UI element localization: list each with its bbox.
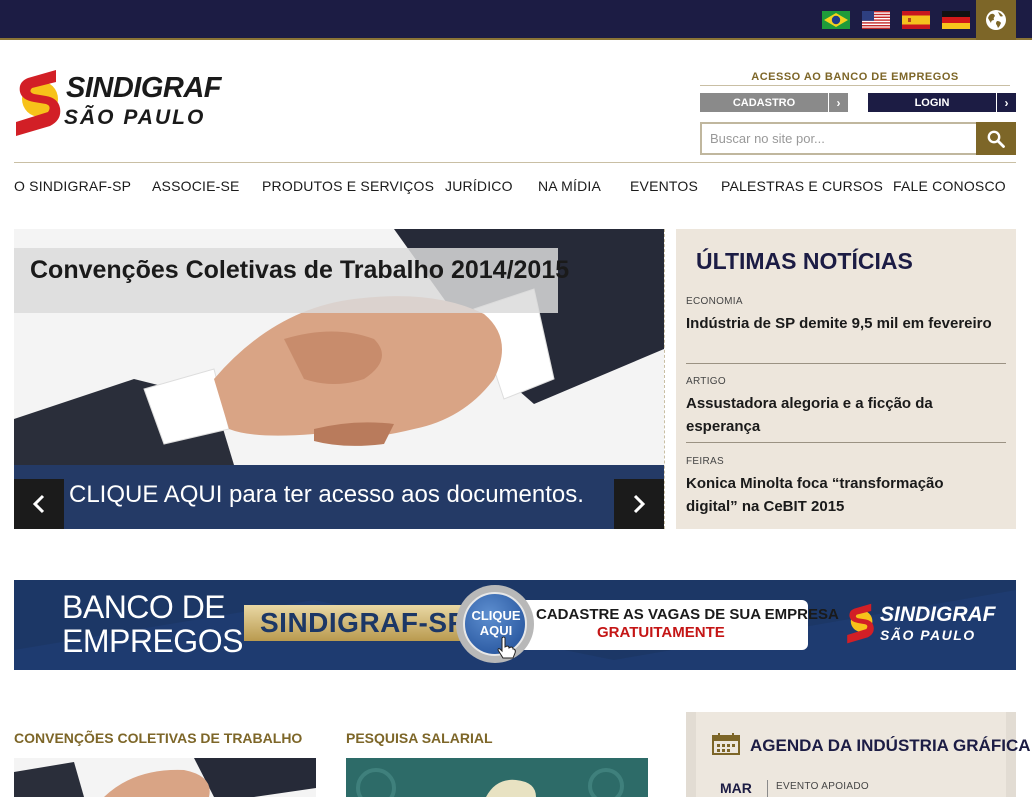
nav-item-palestras[interactable]: PALESTRAS E CURSOS [721, 178, 883, 194]
slide-cta-link[interactable]: CLIQUE AQUI para ter acesso aos document… [69, 481, 584, 509]
globe-icon [986, 10, 1006, 30]
brazil-flag-icon[interactable] [822, 11, 850, 29]
login-button[interactable]: LOGIN › [868, 93, 1016, 112]
slider-next-button[interactable] [614, 479, 664, 529]
agenda-title[interactable]: AGENDA DA INDÚSTRIA GRÁFICA [750, 736, 1031, 756]
language-globe-button[interactable] [976, 0, 1016, 40]
news-headline[interactable]: Konica Minolta foca “transformação digit… [686, 472, 996, 518]
nav-divider [14, 162, 1016, 163]
news-divider [686, 442, 1006, 443]
salary-thumbnail-image [346, 758, 648, 797]
conventions-thumbnail[interactable] [14, 758, 316, 797]
logo-city: SÃO PAULO [64, 106, 206, 129]
slider-prev-button[interactable] [14, 479, 64, 529]
banner-heading: BANCO DE EMPREGOS [62, 589, 243, 659]
banner-brand: SINDIGRAF-SP [260, 607, 467, 638]
sindigraf-logo-icon [16, 70, 61, 136]
nav-item-associe[interactable]: ASSOCIE-SE [152, 178, 240, 194]
chevron-left-icon [32, 494, 45, 514]
nav-item-sindigraf[interactable]: O SINDIGRAF-SP [14, 178, 131, 194]
register-button[interactable]: CADASTRO › [700, 93, 848, 112]
handshake-thumbnail-image [14, 758, 316, 797]
nav-item-juridico[interactable]: JURÍDICO [445, 178, 513, 194]
chevron-right-icon [633, 494, 646, 514]
news-headline[interactable]: Indústria de SP demite 9,5 mil em fevere… [686, 312, 996, 335]
agenda-divider [767, 780, 768, 797]
search-button[interactable] [976, 122, 1016, 155]
banner-logo-city: SÃO PAULO [880, 627, 976, 643]
news-category[interactable]: ARTIGO [686, 376, 726, 387]
site-logo[interactable]: SINDIGRAF SÃO PAULO [14, 66, 222, 138]
pointer-hand-icon [497, 636, 516, 659]
top-bar [0, 0, 1032, 40]
banner-message: CADASTRE AS VAGAS DE SUA EMPRESA [536, 606, 839, 623]
banner-logo-name: SINDIGRAF [880, 603, 996, 626]
nav-item-eventos[interactable]: EVENTOS [630, 178, 698, 194]
access-title: ACESSO AO BANCO DE EMPREGOS [700, 71, 1010, 83]
login-label: LOGIN [914, 96, 950, 109]
banner-click-label: CLIQUE AQUI [471, 608, 521, 638]
banner-message-free: GRATUITAMENTE [597, 624, 725, 641]
access-divider [700, 85, 1010, 86]
agenda-month: MAR [720, 780, 752, 796]
calendar-icon [712, 733, 740, 755]
agenda-event-tag[interactable]: EVENTO APOIADO [776, 781, 869, 792]
sindigraf-logo-icon [847, 603, 874, 644]
spain-flag-icon[interactable] [902, 11, 930, 29]
nav-item-produtos[interactable]: PRODUTOS E SERVIÇOS [262, 178, 434, 194]
logo-name: SINDIGRAF [66, 72, 222, 104]
hero-slider[interactable]: Convenções Coletivas de Trabalho 2014/20… [14, 229, 664, 529]
news-headline[interactable]: Assustadora alegoria e a ficção da esper… [686, 392, 996, 438]
nav-item-contato[interactable]: FALE CONOSCO [893, 178, 1006, 194]
slide-title[interactable]: Convenções Coletivas de Trabalho 2014/20… [30, 256, 569, 285]
news-divider [686, 363, 1006, 364]
latest-news-panel: ÚLTIMAS NOTÍCIAS ECONOMIA Indústria de S… [676, 229, 1016, 529]
nav-item-midia[interactable]: NA MÍDIA [538, 178, 601, 194]
register-label: CADASTRO [732, 96, 796, 109]
news-category[interactable]: ECONOMIA [686, 296, 743, 307]
germany-flag-icon[interactable] [942, 11, 970, 29]
conventions-section-title[interactable]: CONVENÇÕES COLETIVAS DE TRABALHO [14, 730, 302, 746]
slider-divider [664, 229, 666, 529]
news-category[interactable]: FEIRAS [686, 456, 724, 467]
chevron-right-icon: › [996, 93, 1016, 112]
search-icon [987, 130, 1005, 148]
chevron-right-icon: › [828, 93, 848, 112]
search-placeholder: Buscar no site por... [710, 131, 825, 146]
salary-section-title[interactable]: PESQUISA SALARIAL [346, 730, 493, 746]
salary-thumbnail[interactable] [346, 758, 648, 797]
news-title: ÚLTIMAS NOTÍCIAS [696, 248, 913, 274]
search-input[interactable]: Buscar no site por... [700, 122, 976, 155]
usa-flag-icon[interactable] [862, 11, 890, 29]
main-nav: O SINDIGRAF-SP ASSOCIE-SE PRODUTOS E SER… [14, 178, 1016, 198]
